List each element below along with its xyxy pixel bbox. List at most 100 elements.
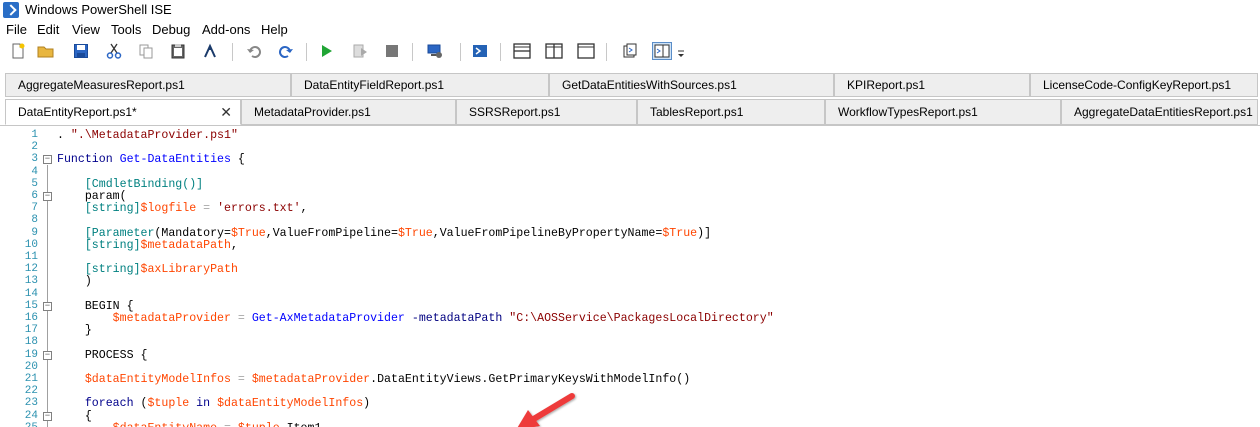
redo-icon[interactable] [276, 41, 296, 61]
code-token: $metadataProvider [112, 312, 231, 325]
save-icon[interactable] [71, 41, 91, 61]
show-command-icon[interactable] [620, 41, 640, 61]
code-line[interactable]: [CmdletBinding()] [57, 178, 203, 191]
new-remote-tab-icon[interactable] [424, 41, 444, 61]
code-line[interactable]: PROCESS { [57, 349, 148, 362]
red-arrow-annotation [517, 393, 575, 427]
script-editor[interactable]: 1234567891011121314151617181920212223242… [0, 125, 1260, 427]
code-token: "C:\AOSService\PackagesLocalDirectory" [509, 312, 774, 325]
collapse-icon[interactable]: − [43, 155, 52, 165]
code-token: ) [57, 275, 92, 289]
code-line[interactable]: $dataEntityName = $tuple.Item1 [57, 422, 322, 427]
tab-aggregate-data-entities-report[interactable]: AggregateDataEntitiesReport.ps1 [1061, 99, 1258, 125]
fold-guide-line [47, 165, 48, 427]
code-token: [string] [84, 202, 141, 216]
powershell-ise-icon [3, 2, 19, 18]
code-token: ,ValueFromPipeline= [265, 226, 398, 240]
code-line[interactable]: . ".\MetadataProvider.ps1" [57, 129, 238, 142]
menu-view[interactable]: View [72, 22, 100, 37]
tab-workflow-types-report[interactable]: WorkflowTypesReport.ps1 [825, 99, 1061, 125]
copy-icon[interactable] [136, 41, 156, 61]
code-line[interactable]: [string]$logfile = 'errors.txt', [57, 202, 308, 215]
collapse-icon[interactable]: − [43, 192, 52, 201]
line-number: 5 [31, 177, 38, 190]
menu-bar: File Edit View Tools Debug Add-ons Help [0, 20, 1260, 39]
line-number: 23 [24, 397, 38, 410]
line-number: 19 [24, 348, 38, 361]
show-addon-icon[interactable] [652, 41, 672, 61]
code-line[interactable]: foreach ($tuple in $dataEntityModelInfos… [57, 397, 370, 410]
code-token: $logfile [140, 202, 197, 216]
code-line[interactable]: [string]$axLibraryPath [57, 263, 238, 276]
code-line[interactable]: Function Get-DataEntities { [57, 153, 245, 166]
open-folder-icon[interactable] [36, 41, 56, 61]
menu-tools[interactable]: Tools [111, 22, 141, 37]
menu-help[interactable]: Help [261, 22, 288, 37]
code-token: $metadataPath [140, 238, 231, 252]
toolbar-overflow-icon[interactable] [676, 47, 686, 61]
show-script-max-icon[interactable] [576, 41, 596, 61]
toolbar [0, 39, 1260, 65]
code-line[interactable]: [Parameter(Mandatory=$True,ValueFromPipe… [57, 227, 711, 240]
code-token: $tuple [238, 422, 280, 427]
tab-get-data-entities-with-sources[interactable]: GetDataEntitiesWithSources.ps1 [549, 73, 834, 97]
code-token: = [230, 373, 252, 386]
line-number: 10 [24, 238, 38, 251]
code-line[interactable]: { [57, 410, 92, 423]
collapse-icon[interactable]: − [43, 350, 52, 360]
tab-data-entity-field-report[interactable]: DataEntityFieldReport.ps1 [291, 73, 549, 97]
undo-icon[interactable] [244, 41, 264, 61]
code-line[interactable]: param( [57, 190, 127, 203]
clear-console-icon[interactable] [200, 41, 220, 61]
tab-tables-report[interactable]: TablesReport.ps1 [637, 99, 825, 125]
new-file-icon[interactable] [8, 41, 28, 61]
code-token: [Parameter [84, 226, 155, 240]
tab-label: WorkflowTypesReport.ps1 [838, 105, 978, 119]
paste-icon[interactable] [168, 41, 188, 61]
menu-addons[interactable]: Add-ons [202, 22, 250, 37]
run-selection-icon[interactable] [350, 41, 370, 61]
code-token: ) [363, 397, 371, 411]
menu-debug[interactable]: Debug [152, 22, 190, 37]
code-line[interactable]: ) [57, 275, 92, 288]
tab-aggregate-measures-report[interactable]: AggregateMeasuresReport.ps1 [5, 73, 291, 97]
start-powershell-icon[interactable] [470, 41, 490, 61]
tab-label: KPIReport.ps1 [847, 78, 926, 92]
menu-file[interactable]: File [6, 22, 27, 37]
tab-label: AggregateMeasuresReport.ps1 [18, 78, 185, 92]
code-token: ( [133, 397, 148, 411]
close-icon[interactable]: ✕ [220, 100, 232, 124]
code-line[interactable]: $metadataProvider = Get-AxMetadataProvid… [57, 312, 774, 325]
code-line[interactable]: [string]$metadataPath, [57, 239, 238, 252]
stop-icon[interactable] [382, 41, 402, 61]
show-script-right-icon[interactable] [544, 41, 564, 61]
collapse-icon[interactable]: − [43, 411, 52, 421]
tabs-row-2: DataEntityReport.ps1* ✕ MetadataProvider… [0, 99, 1260, 125]
code-line[interactable]: } [57, 324, 92, 337]
code-token: $metadataProvider [251, 373, 371, 386]
line-number: 8 [31, 214, 38, 227]
code-line[interactable]: BEGIN { [57, 300, 134, 313]
tab-ssrs-report[interactable]: SSRSReport.ps1 [456, 99, 637, 125]
tab-metadata-provider[interactable]: MetadataProvider.ps1 [241, 99, 456, 125]
line-number: 6 [31, 190, 38, 202]
cut-icon[interactable] [104, 41, 124, 61]
line-number: 20 [24, 360, 38, 373]
code-token: (Mandatory= [154, 226, 231, 240]
tab-data-entity-report[interactable]: DataEntityReport.ps1* ✕ [5, 99, 241, 125]
code-token: param( [57, 190, 127, 203]
code-token: 'errors.txt' [217, 202, 301, 216]
show-script-top-icon[interactable] [512, 41, 532, 61]
run-icon[interactable] [316, 41, 336, 61]
line-number: 13 [24, 275, 38, 288]
menu-edit[interactable]: Edit [37, 22, 59, 37]
code-line[interactable]: $dataEntityModelInfos = $metadataProvide… [57, 373, 690, 386]
code-token: = [230, 312, 252, 325]
toolbar-separator [606, 43, 607, 61]
code-token: [string] [84, 263, 141, 277]
toolbar-separator [412, 43, 413, 61]
tab-kpi-report[interactable]: KPIReport.ps1 [834, 73, 1030, 97]
collapse-icon[interactable]: − [43, 301, 52, 311]
tabs-row-1: AggregateMeasuresReport.ps1 DataEntityFi… [0, 73, 1260, 97]
tab-license-code-config-key-report[interactable]: LicenseCode-ConfigKeyReport.ps1 [1030, 73, 1258, 97]
